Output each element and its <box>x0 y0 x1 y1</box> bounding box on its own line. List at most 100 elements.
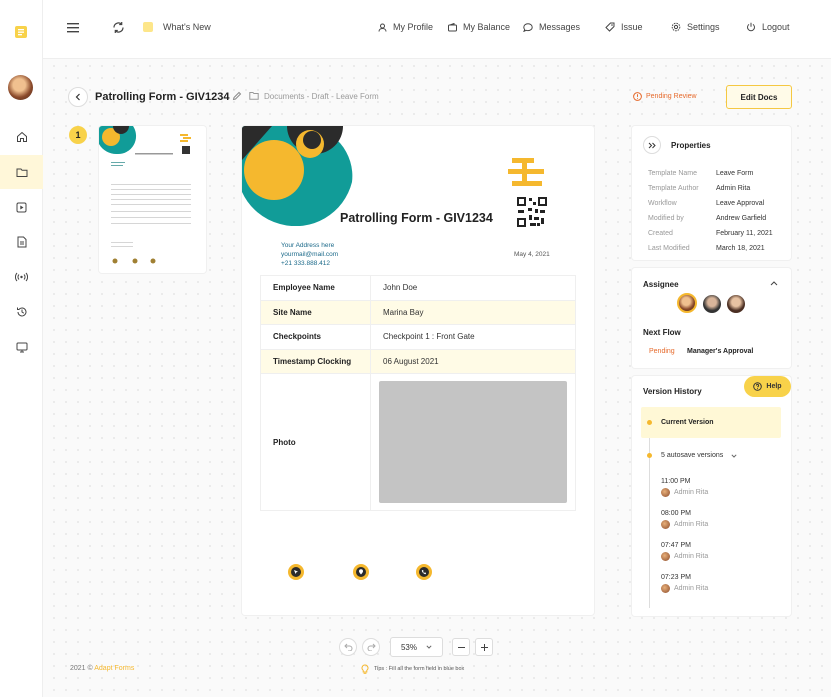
user-avatar <box>661 520 670 529</box>
undo-button[interactable] <box>339 638 357 656</box>
flow-step: Manager's Approval <box>687 348 754 355</box>
app-logo[interactable] <box>14 25 28 39</box>
tip-text: Tips : Fill all the form field in blue b… <box>374 666 465 672</box>
back-button[interactable] <box>68 87 88 107</box>
logout-link[interactable]: Logout <box>746 22 790 32</box>
location-action-button[interactable] <box>353 564 369 580</box>
avatar[interactable] <box>8 75 33 100</box>
property-key: Modified by <box>648 215 684 222</box>
field-value[interactable]: 06 August 2021 <box>370 348 576 374</box>
hamburger-menu-icon[interactable] <box>67 23 79 33</box>
issue-link[interactable]: Issue <box>605 22 643 32</box>
undo-icon <box>343 643 353 651</box>
settings-link[interactable]: Settings <box>671 22 720 32</box>
help-button[interactable]: Help <box>744 376 791 397</box>
brand-link[interactable]: Adapt Forms <box>94 665 134 672</box>
sidebar-item-broadcast[interactable] <box>0 260 43 294</box>
user-avatar <box>661 584 670 593</box>
sidebar-item-documents[interactable] <box>0 155 43 189</box>
version-user: Admin Rita <box>674 585 709 592</box>
property-key: Template Name <box>648 170 698 177</box>
photo-placeholder[interactable] <box>379 381 567 503</box>
messages-label: Messages <box>539 22 581 32</box>
field-label: Checkpoints <box>260 324 371 350</box>
email-line: yourmail@mail.com <box>281 251 339 258</box>
field-label: Timestamp Clocking <box>260 348 371 374</box>
sidebar-item-display[interactable] <box>0 330 43 364</box>
property-value: Leave Form <box>716 170 754 177</box>
address-block: Your Address here yourmail@mail.com +21 … <box>281 241 338 268</box>
my-profile-link[interactable]: My Profile <box>378 22 433 32</box>
minus-icon <box>457 643 466 652</box>
sidebar-item-home[interactable] <box>0 120 43 154</box>
tip-bar: Tips : Fill all the form field in blue b… <box>361 664 464 674</box>
pencil-icon[interactable] <box>232 91 242 101</box>
property-key: Created <box>648 230 673 237</box>
chat-icon <box>523 22 533 32</box>
info-icon <box>633 92 642 101</box>
assignee-avatar[interactable] <box>727 295 745 313</box>
assignee-avatar[interactable] <box>703 295 721 313</box>
sidebar-item-history[interactable] <box>0 295 43 329</box>
refresh-icon[interactable] <box>112 21 125 34</box>
logout-label: Logout <box>762 22 790 32</box>
table-row: Timestamp Clocking 06 August 2021 <box>260 348 576 374</box>
chevron-down-icon <box>731 453 737 458</box>
my-balance-link[interactable]: My Balance <box>448 22 510 32</box>
history-icon <box>16 306 28 318</box>
field-label: Photo <box>260 373 371 511</box>
properties-values: Leave Form Admin Rita Leave Approval And… <box>716 166 773 256</box>
version-item[interactable]: 07:47 PM Admin Rita <box>661 542 708 561</box>
property-key: Template Author <box>648 185 699 192</box>
whats-new-link[interactable]: What's New <box>143 22 211 32</box>
field-label: Site Name <box>260 299 371 325</box>
field-value[interactable]: Marina Bay <box>370 299 576 325</box>
messages-link[interactable]: Messages <box>523 22 580 32</box>
version-item[interactable]: 11:00 PM Admin Rita <box>661 478 708 497</box>
play-icon <box>16 202 27 213</box>
chevron-up-icon[interactable] <box>770 280 778 286</box>
page-thumbnail[interactable] <box>99 126 206 273</box>
version-item[interactable]: 08:00 PM Admin Rita <box>661 510 708 529</box>
flow-status: Pending <box>649 348 675 355</box>
zoom-in-button[interactable] <box>475 638 493 656</box>
whats-new-icon <box>143 22 153 32</box>
document-page: Patrolling Form - GIV1234 Your Address h… <box>242 126 594 615</box>
folder-small-icon <box>249 91 259 100</box>
zoom-out-button[interactable] <box>452 638 470 656</box>
sidebar-item-reports[interactable] <box>0 225 43 259</box>
settings-label: Settings <box>687 22 720 32</box>
phone-action-button[interactable] <box>416 564 432 580</box>
document-title: Patrolling Form - GIV1234 <box>340 211 493 225</box>
version-item[interactable]: 07:23 PM Admin Rita <box>661 574 708 593</box>
redo-button[interactable] <box>362 638 380 656</box>
property-key: Last Modified <box>648 245 690 252</box>
phone-line: +21 333.888.412 <box>281 260 330 267</box>
zoom-select[interactable]: 53% <box>390 637 443 657</box>
assignee-avatar[interactable] <box>677 293 697 313</box>
field-value[interactable]: John Doe <box>370 275 576 301</box>
properties-keys: Template Name Template Author Workflow M… <box>648 166 699 256</box>
version-user: Admin Rita <box>674 489 709 496</box>
edit-docs-button[interactable]: Edit Docs <box>726 85 792 109</box>
status-label: Pending Review <box>646 93 697 100</box>
collapse-properties-button[interactable] <box>643 136 661 154</box>
property-value: Andrew Garfield <box>716 215 767 222</box>
sidebar-item-media[interactable] <box>0 190 43 224</box>
property-key: Workflow <box>648 200 677 207</box>
top-bar: What's New My Profile My Balance Message… <box>0 0 831 59</box>
document-icon <box>17 236 27 248</box>
assignee-title: Assignee <box>643 280 679 289</box>
field-value[interactable]: Checkpoint 1 : Front Gate <box>370 324 576 350</box>
timeline-dot <box>647 453 652 458</box>
photo-field[interactable] <box>370 373 576 511</box>
cursor-action-button[interactable] <box>288 564 304 580</box>
next-flow-title: Next Flow <box>643 328 681 337</box>
breadcrumb[interactable]: Documents - Draft - Leave Form <box>264 92 379 101</box>
version-user: Admin Rita <box>674 553 709 560</box>
status-badge: Pending Review <box>633 92 697 101</box>
property-value: February 11, 2021 <box>716 230 773 237</box>
timeline-dot <box>647 420 652 425</box>
table-row: Photo <box>260 373 576 511</box>
autosave-toggle[interactable]: 5 autosave versions <box>661 452 737 459</box>
